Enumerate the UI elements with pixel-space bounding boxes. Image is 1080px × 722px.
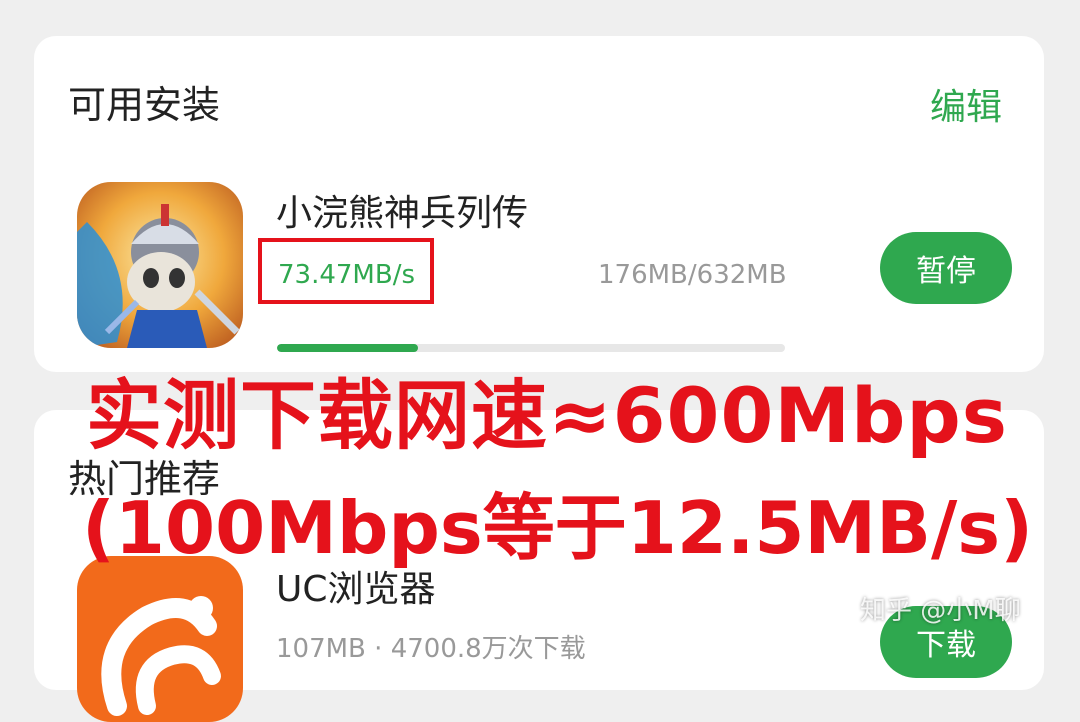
raccoon-game-icon[interactable] bbox=[77, 182, 243, 348]
edit-button[interactable]: 编辑 bbox=[930, 78, 1002, 130]
download-size-progress: 176MB/632MB bbox=[598, 260, 787, 290]
app-name: 小浣熊神兵列传 bbox=[276, 193, 529, 234]
download-progress-bar bbox=[277, 344, 785, 352]
pause-button[interactable]: 暂停 bbox=[880, 232, 1012, 304]
section-title-installs: 可用安装 bbox=[68, 83, 221, 127]
download-speed: 73.47MB/s bbox=[278, 260, 416, 290]
available-installs-card: 可用安装 编辑 小浣熊神兵列传 73.47MB/s 176MB/632MB 暂停 bbox=[34, 36, 1044, 372]
app-meta: 107MB · 4700.8万次下载 bbox=[276, 634, 586, 664]
annotation-speed-text: 实测下载网速≈600Mbps bbox=[86, 371, 1008, 460]
annotation-conversion-text: (100Mbps等于12.5MB/s) bbox=[82, 486, 1034, 570]
download-progress-fill bbox=[277, 344, 419, 352]
uc-browser-icon[interactable] bbox=[77, 556, 243, 722]
zhihu-watermark: 知乎 @小M聊 bbox=[860, 596, 1021, 626]
